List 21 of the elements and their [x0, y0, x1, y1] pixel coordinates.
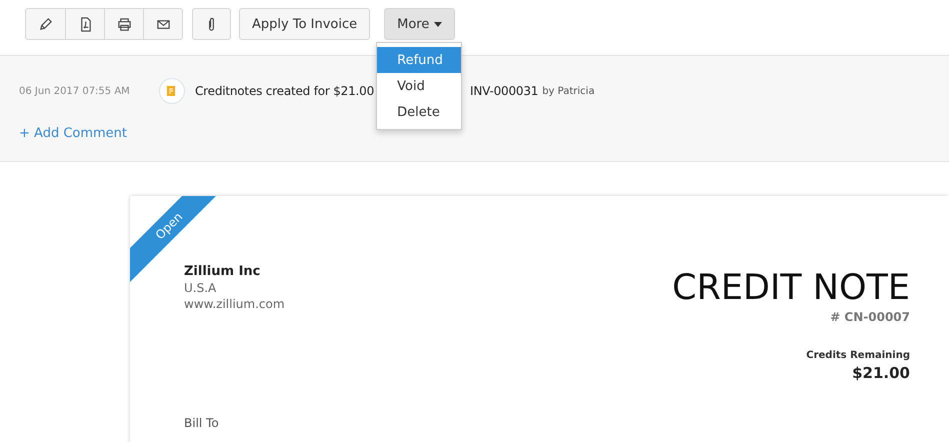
apply-to-invoice-button[interactable]: Apply To Invoice	[239, 8, 370, 40]
menu-item[interactable]: Void	[377, 73, 462, 99]
menu-item[interactable]: Delete	[377, 99, 462, 125]
document-title: CREDIT NOTE	[672, 268, 910, 308]
invoice-number: INV-000031	[470, 84, 538, 98]
activity-time: 06 Jun 2017 07:55 AM	[19, 86, 131, 96]
more-button[interactable]: More	[384, 8, 456, 40]
credits-value: $21.00	[852, 364, 910, 382]
document-number: # CN-00007	[830, 310, 910, 324]
activity-text: Creditnotes created for $21.00	[195, 84, 374, 98]
pencil-icon	[38, 16, 53, 32]
company-name: Zillium Inc	[184, 264, 262, 279]
company-country: U.S.A	[184, 281, 218, 295]
activity-author: by Patricia	[542, 86, 595, 96]
attach-button[interactable]	[192, 8, 231, 40]
credits-label: Credits Remaining	[806, 350, 910, 361]
caret-icon	[434, 22, 442, 26]
note-icon	[159, 78, 185, 104]
bill-to-label: Bill To	[184, 416, 220, 430]
company-website: www.zillium.com	[184, 297, 285, 311]
print-icon	[116, 16, 132, 32]
